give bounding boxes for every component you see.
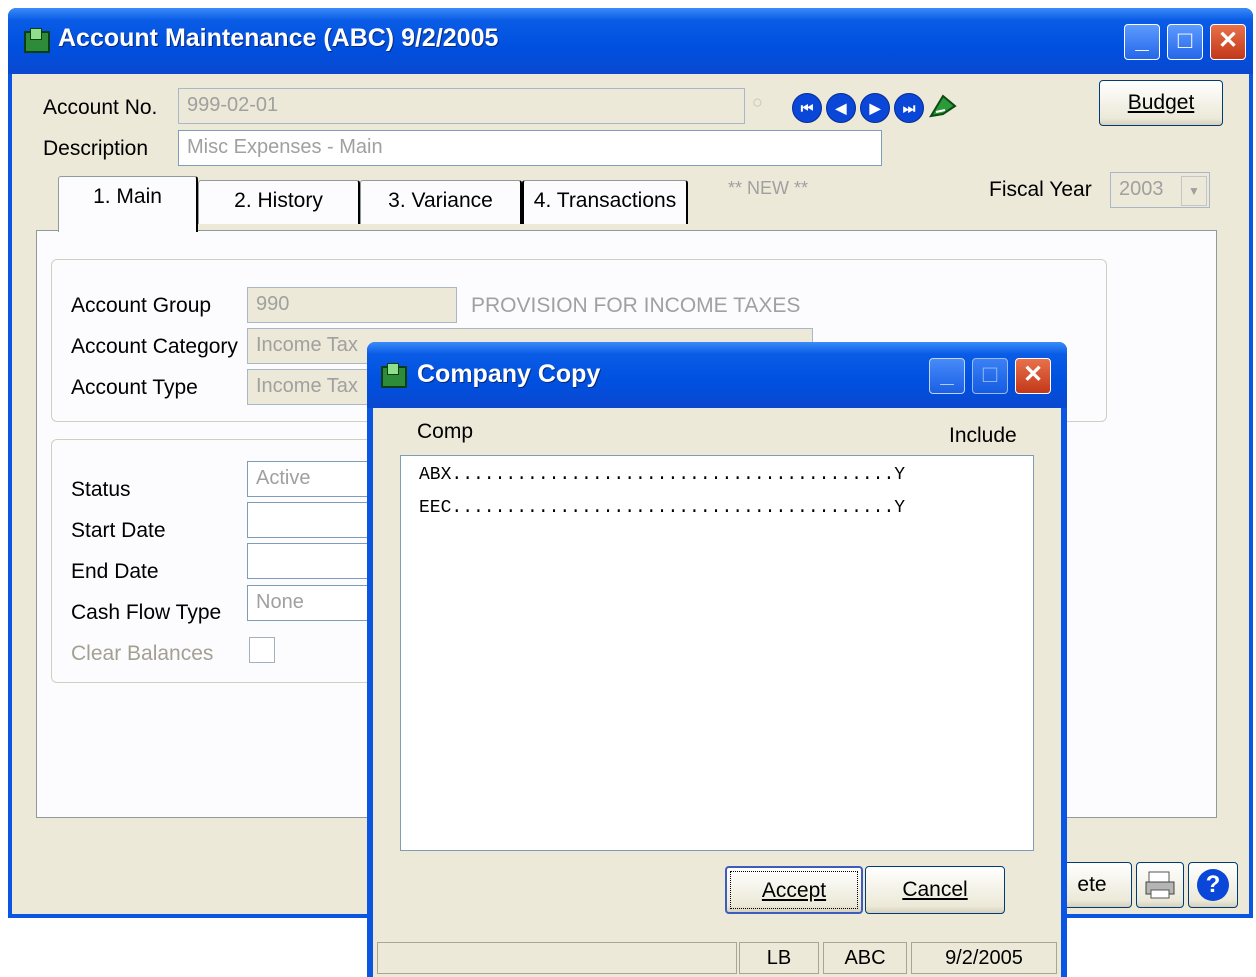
next-record-icon[interactable]: ▶ [860, 93, 890, 123]
account-category-label: Account Category [71, 335, 238, 358]
window-title: Account Maintenance (ABC) 9/2/2005 [58, 24, 499, 52]
list-item[interactable]: ABX.....................................… [419, 465, 905, 485]
lookup-icon[interactable]: ○ [752, 92, 772, 112]
dialog-close-icon[interactable]: ✕ [1015, 358, 1051, 394]
cancel-button[interactable]: Cancel [865, 866, 1005, 914]
previous-record-icon[interactable]: ◀ [826, 93, 856, 123]
cash-flow-type-label: Cash Flow Type [71, 601, 222, 624]
status-label: Status [71, 478, 131, 501]
fiscal-year-select[interactable]: 2003 ▼ [1110, 172, 1210, 208]
account-group-description: PROVISION FOR INCOME TAXES [471, 294, 801, 317]
new-record-indicator: ** NEW ** [728, 178, 809, 198]
company-list[interactable]: ABX.....................................… [400, 455, 1034, 851]
start-date-label: Start Date [71, 519, 166, 542]
last-record-icon[interactable]: ⏭ [894, 93, 924, 123]
account-no-field[interactable]: 999-02-01 [178, 88, 745, 124]
first-record-icon[interactable]: ⏮ [792, 93, 822, 123]
description-label: Description [43, 137, 149, 160]
tab-main[interactable]: 1. Main [58, 176, 198, 232]
dialog-app-icon [379, 362, 407, 388]
company-copy-dialog: Company Copy _ □ ✕ Comp Include ABX.....… [367, 342, 1067, 977]
new-record-icon[interactable] [928, 92, 958, 120]
app-icon [22, 27, 50, 53]
status-bar: LB ABC 9/2/2005 [373, 938, 1061, 977]
close-icon[interactable]: ✕ [1210, 24, 1246, 60]
clear-balances-checkbox[interactable] [249, 637, 275, 663]
include-column-header: Include [949, 424, 1017, 447]
clear-balances-label: Clear Balances [71, 642, 214, 665]
account-type-label: Account Type [71, 376, 198, 399]
fiscal-year-label: Fiscal Year [989, 178, 1092, 201]
account-group-field[interactable]: 990 [247, 287, 457, 323]
tab-history[interactable]: 2. History [198, 180, 360, 224]
status-panel-message [377, 942, 737, 974]
tab-variance[interactable]: 3. Variance [360, 180, 522, 224]
accept-button[interactable]: Accept [725, 866, 863, 914]
list-item[interactable]: EEC.....................................… [419, 498, 905, 518]
account-no-label: Account No. [43, 96, 158, 119]
status-panel-date: 9/2/2005 [911, 942, 1057, 974]
dialog-client-area: Comp Include ABX........................… [373, 408, 1061, 977]
minimize-icon[interactable]: _ [1124, 24, 1160, 60]
help-icon: ? [1197, 869, 1229, 901]
tab-transactions[interactable]: 4. Transactions [522, 180, 688, 224]
account-group-label: Account Group [71, 294, 212, 317]
status-panel-company: ABC [823, 942, 907, 974]
dropdown-arrow-icon[interactable]: ▼ [1181, 176, 1207, 206]
title-bar[interactable]: Account Maintenance (ABC) 9/2/2005 _ □ ✕ [8, 8, 1253, 74]
budget-button[interactable]: Budget [1099, 80, 1223, 126]
dialog-title: Company Copy [417, 360, 601, 388]
help-button[interactable]: ? [1188, 862, 1238, 908]
print-icon[interactable] [1136, 862, 1184, 908]
maximize-icon[interactable]: □ [1167, 24, 1203, 60]
dialog-minimize-icon[interactable]: _ [929, 358, 965, 394]
dialog-maximize-icon[interactable]: □ [972, 358, 1008, 394]
status-panel-user: LB [739, 942, 819, 974]
dialog-title-bar[interactable]: Company Copy _ □ ✕ [367, 342, 1067, 408]
end-date-label: End Date [71, 560, 159, 583]
comp-column-header: Comp [417, 420, 474, 443]
description-field[interactable]: Misc Expenses - Main [178, 130, 882, 166]
